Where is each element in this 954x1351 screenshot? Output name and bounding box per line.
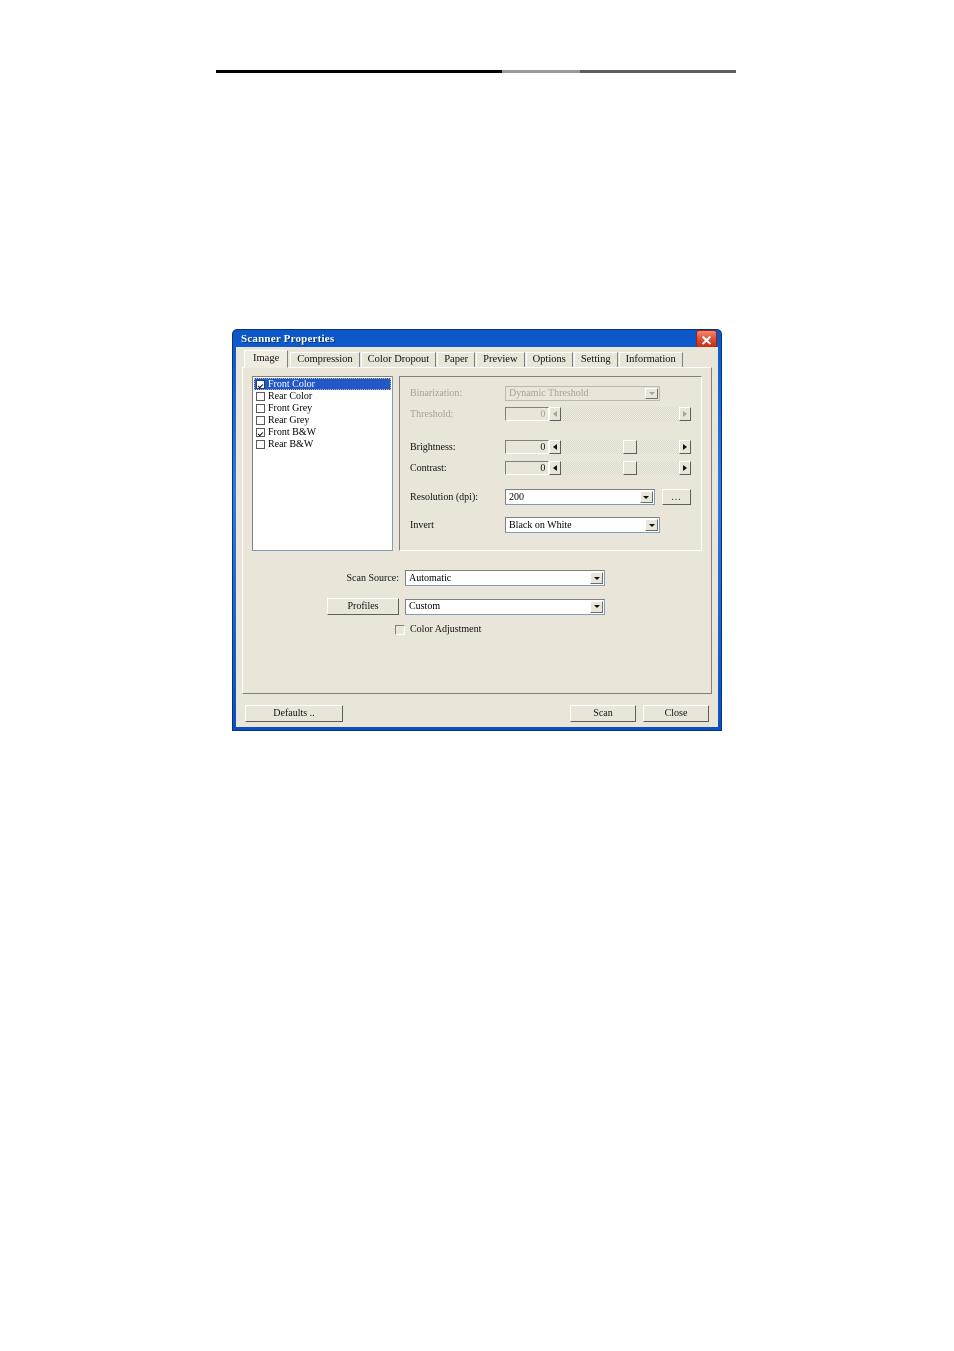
title-bar[interactable]: Scanner Properties	[236, 330, 718, 348]
scan-source-label: Scan Source:	[346, 572, 400, 584]
tab-options[interactable]: Options	[525, 352, 573, 367]
checkbox-icon[interactable]	[256, 439, 265, 449]
chevron-down-icon[interactable]	[590, 600, 603, 613]
list-item-label: Rear B&W	[268, 438, 314, 450]
rule-segment-dark	[216, 70, 502, 73]
list-item-rear-color[interactable]: Rear Color	[254, 390, 391, 402]
binarization-value: Dynamic Threshold	[509, 387, 589, 399]
threshold-row: Threshold: 0	[410, 406, 691, 422]
invert-row: Invert Black on White	[410, 517, 691, 533]
list-item-label: Rear Color	[268, 390, 313, 402]
color-adjustment-checkbox-line[interactable]: Color Adjustment	[395, 624, 481, 635]
scan-source-row: Scan Source: Automatic	[327, 570, 605, 586]
chevron-down-icon[interactable]	[590, 572, 603, 584]
brightness-label: Brightness:	[410, 441, 456, 453]
brightness-value[interactable]: 0	[505, 440, 550, 454]
list-item-front-color[interactable]: Front Color	[254, 378, 391, 390]
slider-right-arrow-icon[interactable]	[679, 461, 691, 475]
resolution-select[interactable]: 200	[505, 489, 655, 505]
checkbox-icon[interactable]	[256, 379, 265, 389]
tab-color-dropout[interactable]: Color Dropout	[360, 352, 437, 367]
slider-right-arrow-icon	[679, 407, 691, 421]
dialog-button-bar: Defaults .. Scan Close	[242, 705, 712, 725]
dialog-title: Scanner Properties	[241, 332, 335, 345]
tab-compression[interactable]: Compression	[290, 352, 360, 367]
slider-track[interactable]	[561, 440, 679, 454]
tab-information[interactable]: Information	[618, 352, 683, 367]
tab-image[interactable]: Image	[244, 350, 289, 368]
scan-source-value: Automatic	[409, 572, 452, 584]
image-selection-list[interactable]: Front Color Rear Color Front Grey Rear G…	[252, 376, 393, 551]
contrast-label: Contrast:	[410, 462, 447, 474]
chevron-down-icon[interactable]	[645, 519, 658, 531]
brightness-slider[interactable]	[549, 440, 691, 454]
invert-value: Black on White	[509, 519, 572, 531]
rule-segment-light	[502, 70, 580, 73]
slider-thumb[interactable]	[622, 461, 637, 475]
contrast-row: Contrast: 0	[410, 460, 691, 476]
scan-button[interactable]: Scan	[570, 705, 636, 722]
resolution-value: 200	[509, 491, 524, 503]
list-item-rear-bw[interactable]: Rear B&W	[254, 438, 391, 450]
chevron-down-icon	[645, 387, 658, 399]
threshold-slider	[549, 407, 691, 421]
slider-track	[561, 407, 679, 421]
profiles-row: Profiles Custom	[327, 598, 605, 615]
slider-left-arrow-icon[interactable]	[549, 461, 562, 475]
close-icon	[701, 335, 712, 345]
checkbox-icon[interactable]	[256, 427, 265, 437]
resolution-more-button[interactable]: ...	[661, 489, 691, 505]
resolution-label: Resolution (dpi):	[410, 491, 479, 503]
binarization-label: Binarization:	[410, 387, 463, 399]
profile-value: Custom	[409, 601, 441, 612]
tab-preview[interactable]: Preview	[476, 352, 525, 367]
tab-paper[interactable]: Paper	[437, 352, 476, 367]
scan-source-select[interactable]: Automatic	[405, 570, 605, 586]
list-item-front-bw[interactable]: Front B&W	[254, 426, 391, 438]
contrast-slider[interactable]	[549, 461, 691, 475]
contrast-value[interactable]: 0	[505, 461, 550, 475]
slider-thumb[interactable]	[622, 440, 637, 454]
resolution-row: Resolution (dpi): 200 ...	[410, 489, 691, 505]
color-adjustment-row[interactable]: Color Adjustment	[395, 624, 481, 635]
list-item-label: Front B&W	[268, 426, 317, 438]
list-item-label: Front Grey	[268, 402, 313, 414]
slider-track[interactable]	[561, 461, 679, 475]
list-item-label: Rear Grey	[268, 414, 310, 426]
close-dialog-button[interactable]: Close	[643, 705, 709, 722]
slider-right-arrow-icon[interactable]	[679, 440, 691, 454]
color-adjustment-label: Color Adjustment	[410, 624, 482, 635]
rule-segment-mid	[580, 70, 736, 73]
invert-select[interactable]: Black on White	[505, 517, 660, 533]
binarization-select: Dynamic Threshold	[505, 385, 660, 401]
page-header-rule	[216, 70, 736, 73]
invert-label: Invert	[410, 519, 434, 531]
tab-page-image: Front Color Rear Color Front Grey Rear G…	[242, 367, 712, 694]
profile-select[interactable]: Custom	[405, 598, 605, 615]
tab-strip: Image Compression Color Dropout Paper Pr…	[242, 350, 712, 368]
dialog-client-area: Image Compression Color Dropout Paper Pr…	[236, 347, 718, 727]
list-item-front-grey[interactable]: Front Grey	[254, 402, 391, 414]
brightness-row: Brightness: 0	[410, 439, 691, 455]
threshold-label: Threshold:	[410, 408, 454, 420]
checkbox-icon[interactable]	[256, 391, 265, 401]
list-item-rear-grey[interactable]: Rear Grey	[254, 414, 391, 426]
slider-left-arrow-icon[interactable]	[549, 440, 562, 454]
threshold-value: 0	[505, 407, 550, 421]
checkbox-icon[interactable]	[256, 415, 265, 425]
close-button[interactable]	[696, 330, 717, 348]
list-item-label: Front Color	[268, 378, 315, 390]
image-settings-group: Binarization: Dynamic Threshold Threshol…	[399, 376, 702, 551]
defaults-button[interactable]: Defaults ..	[245, 705, 343, 722]
chevron-down-icon[interactable]	[639, 491, 653, 503]
checkbox-icon[interactable]	[256, 403, 265, 413]
tab-setting[interactable]: Setting	[573, 352, 618, 367]
binarization-row: Binarization: Dynamic Threshold	[410, 385, 691, 401]
slider-left-arrow-icon	[549, 407, 562, 421]
checkbox-icon[interactable]	[395, 624, 405, 635]
profiles-button[interactable]: Profiles	[327, 598, 399, 615]
scanner-properties-dialog: Scanner Properties Image Compression Col…	[232, 329, 722, 731]
